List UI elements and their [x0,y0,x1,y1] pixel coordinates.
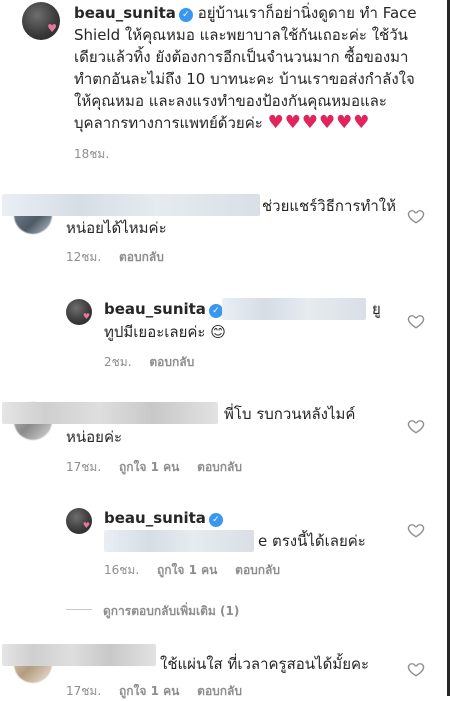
verified-icon: ✓ [178,8,193,22]
redacted-username [2,194,260,216]
reply-button[interactable]: ตอบกลับ [235,563,280,577]
reply-button[interactable]: ตอบกลับ [149,355,194,369]
comment-text-line: ช่วยแชร์วิธีการทำให้ [262,197,396,215]
verified-icon: ✓ [208,513,223,527]
reply-text-line: ยู [372,300,381,318]
avatar[interactable]: ♥ [22,2,60,40]
reply-first-line: beau_sunita ✓ [104,298,223,320]
comment-text-line: พี่โบ รบกวนหลังไมค์ [224,405,356,423]
caption-username[interactable]: beau_sunita [74,4,176,22]
likes-count[interactable]: ถูกใจ 1 คน [119,460,179,474]
like-heart-icon[interactable] [407,521,425,539]
like-heart-icon[interactable] [407,207,425,225]
comment-meta: 12ชม. ตอบกลับ [66,248,178,267]
redacted-username [2,644,156,666]
reply-time: 16ชม. [104,563,140,577]
reply-text-line: e ตรงนี้ได้เลยค่ะ [258,532,366,550]
caption-text-line: บุคลากรทางการแพทย์ด้วยค่ะ ♥♥♥♥♥♥ [74,112,424,134]
comment-text-line: หน่อยได้ไหมค่ะ [66,219,167,237]
reply-time: 2ชม. [104,355,132,369]
reply-username[interactable]: beau_sunita [104,509,206,527]
caption-block: beau_sunita ✓ อยู่บ้านเราก็อย่านิ่งดูดาย … [74,2,424,134]
comment-time: 17ชม. [66,460,102,474]
redacted-username [2,402,218,424]
verified-icon: ✓ [208,304,223,318]
view-more-divider [66,609,92,610]
heart-badge-icon: ♥ [47,22,57,35]
comment-meta: 17ชม. ถูกใจ 1 คน ตอบกลับ [66,682,256,701]
view-more-replies-button[interactable]: ดูการตอบกลับเพิ่มเติม (1) [103,602,239,621]
avatar[interactable]: ♥ [66,508,92,534]
caption-first-line: beau_sunita ✓ อยู่บ้านเราก็อย่านิ่งดูดาย … [74,2,424,24]
reply-username[interactable]: beau_sunita [104,300,206,318]
smile-emoji-icon: 😊 [210,323,226,341]
reply-text-line: ทูปมีเยอะเลยค่ะ 😊 [104,321,226,343]
reply-button[interactable]: ตอบกลับ [119,250,164,264]
caption-text-line: Shield ให้คุณหมอ และพยาบาลใช้กันเถอะค่ะ … [74,26,408,44]
reply-first-line: beau_sunita ✓ [104,507,223,529]
caption-text-line: เดียวแล้วทิ้ง ยังต้องการอีกเป็นจำนวนมาก … [74,48,409,66]
comment-text: ช่วยแชร์วิธีการทำให้ [262,195,396,217]
comment-text-line: หน่อยค่ะ [66,428,123,446]
reply-meta: 16ชม. ถูกใจ 1 คน ตอบกลับ [104,561,294,580]
comment-time: 12ชม. [66,250,102,264]
red-hearts: ♥♥♥♥♥♥ [267,112,371,133]
heart-badge-icon: ♥ [82,312,90,321]
redacted-mention [104,530,254,552]
caption-text-line: ให้คุณหมอ และลงแรงทำของป้องกันคุณหมอและ [74,92,387,110]
avatar[interactable]: ♥ [66,299,92,325]
caption-text-line: ทำตกอันละไม่ถึง 10 บาทนะคะ บ้านเราขอส่งก… [74,70,415,88]
comment-text-line: ใช้แผ่นใส ที่เวลาครูสอนได้มั้ยคะ [160,655,370,673]
like-heart-icon[interactable] [407,312,425,330]
reply-text: ทูปมีเยอะเลยค่ะ [104,323,206,341]
like-heart-icon[interactable] [407,660,425,678]
heart-badge-icon: ♥ [82,521,90,530]
caption-text-line: อยู่บ้านเราก็อย่านิ่งดูดาย ทำ Face [197,4,417,22]
caption-text-line-last: บุคลากรทางการแพทย์ด้วยค่ะ [74,114,263,132]
comment-meta: 17ชม. ถูกใจ 1 คน ตอบกลับ [66,458,256,477]
like-heart-icon[interactable] [407,417,425,435]
caption-time: 18ชม. [74,147,110,161]
likes-count[interactable]: ถูกใจ 1 คน [157,563,217,577]
reply-button[interactable]: ตอบกลับ [197,460,242,474]
reply-meta: 2ชม. ตอบกลับ [104,353,208,372]
redacted-mention [222,298,366,320]
